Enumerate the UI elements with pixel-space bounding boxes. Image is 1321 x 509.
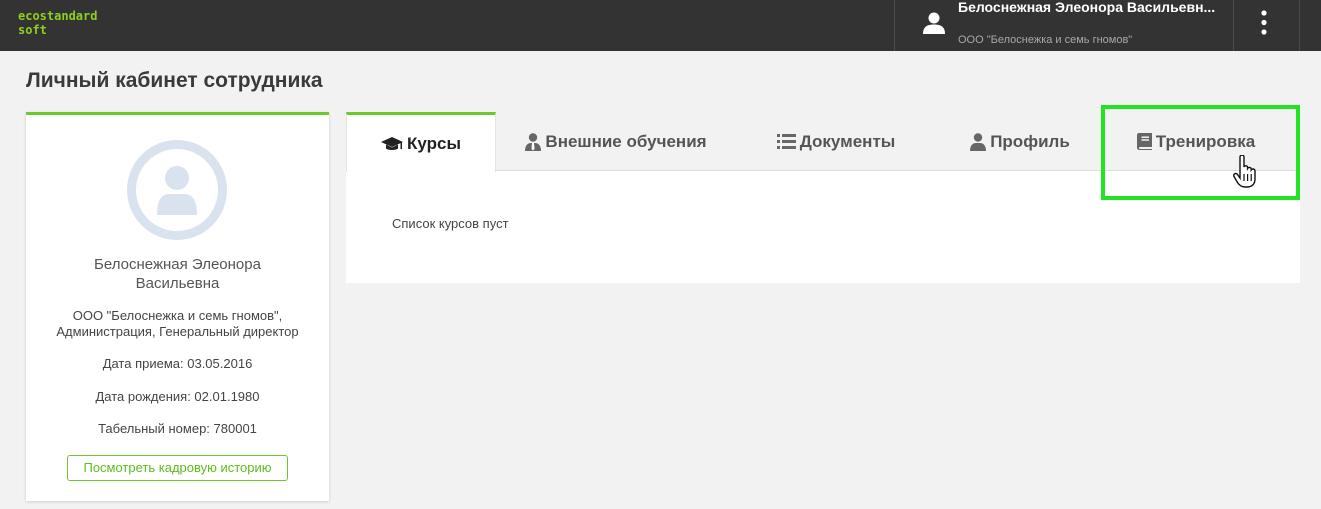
user-icon xyxy=(923,12,945,34)
view-hr-history-button[interactable]: Посмотреть кадровую историю xyxy=(67,455,288,481)
tab-external-training[interactable]: Внешние обучения xyxy=(506,112,726,171)
tab-courses[interactable]: Курсы xyxy=(346,112,496,172)
employee-org: ООО "Белоснежка и семь гномов", Админист… xyxy=(56,308,299,339)
tab-courses-label: Курсы xyxy=(407,133,461,153)
hand-pointer-cursor-icon xyxy=(1233,155,1256,188)
header-user-name: Белоснежная Элеонора Васильевн... xyxy=(958,0,1216,15)
user-icon xyxy=(970,132,987,151)
tab-profile-label: Профиль xyxy=(990,131,1070,151)
list-icon xyxy=(776,134,796,149)
graduation-cap-icon xyxy=(381,136,404,150)
user-menu[interactable]: Белоснежная Элеонора Васильевн... ООО "Б… xyxy=(894,0,1234,51)
courses-empty-message: Список курсов пуст xyxy=(392,216,509,231)
more-menu-button[interactable] xyxy=(1234,0,1300,51)
top-bar: ecostandard soft Белоснежная Элеонора Ва… xyxy=(0,0,1321,51)
avatar-user-icon xyxy=(157,166,197,215)
tab-documents[interactable]: Документы xyxy=(756,112,916,171)
tab-documents-label: Документы xyxy=(799,131,896,151)
tab-external-training-label: Внешние обучения xyxy=(545,131,707,151)
page-title: Личный кабинет сотрудника xyxy=(26,69,323,92)
employee-birth-date: Дата рождения: 02.01.1980 xyxy=(95,389,260,404)
avatar xyxy=(127,140,227,240)
logo-line-2: soft xyxy=(18,23,47,37)
logo[interactable]: ecostandard soft xyxy=(18,9,97,37)
kebab-menu-icon xyxy=(1261,10,1267,35)
employee-name: Белоснежная Элеонора Васильевна xyxy=(94,256,261,292)
employee-hire-date: Дата приема: 03.05.2016 xyxy=(102,356,253,371)
employee-card: Белоснежная Элеонора Васильевна ООО "Бел… xyxy=(26,112,329,501)
tab-profile[interactable]: Профиль xyxy=(946,112,1094,171)
user-tie-icon xyxy=(525,132,542,151)
highlight-box xyxy=(1101,105,1300,200)
employee-tab-number: Табельный номер: 780001 xyxy=(98,421,257,436)
logo-line-1: ecostandard xyxy=(18,9,98,23)
header-user-org: ООО "Белоснежка и семь гномов" xyxy=(958,34,1133,46)
